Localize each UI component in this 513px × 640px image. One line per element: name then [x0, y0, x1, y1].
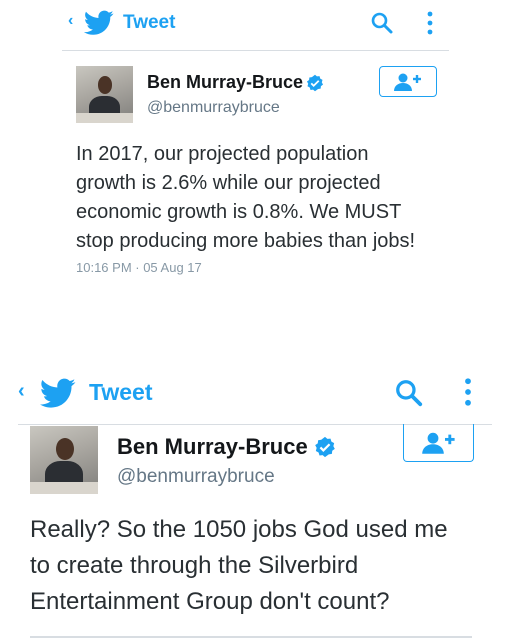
avatar[interactable] — [76, 66, 133, 123]
tweet-timestamp: 10:16 PM · 05 Aug 17 — [76, 260, 202, 275]
follow-button[interactable] — [403, 424, 474, 462]
author-handle[interactable]: @benmurraybruce — [147, 99, 280, 117]
top-bar: ‹ Tweet — [0, 0, 513, 50]
twitter-bird-icon — [40, 378, 76, 408]
tweet-line: stop producing more babies than jobs! — [76, 230, 416, 252]
page-title: Tweet — [89, 379, 153, 405]
header-divider — [62, 50, 449, 51]
verified-badge-icon — [315, 436, 335, 458]
tweet-text: Really? So the 1050 jobs God used me to … — [30, 512, 448, 620]
author-name[interactable]: Ben Murray-Bruce — [147, 72, 303, 93]
search-icon[interactable] — [370, 11, 394, 35]
author-handle[interactable]: @benmurraybruce — [117, 466, 275, 488]
search-icon[interactable] — [394, 378, 424, 408]
follow-user-icon — [421, 432, 455, 454]
avatar[interactable] — [30, 426, 98, 494]
chevron-left-icon[interactable]: ‹ — [68, 12, 73, 30]
tweet-line: economic growth is 0.8%. We MUST — [76, 201, 402, 223]
page-title: Tweet — [123, 12, 176, 33]
follow-button[interactable] — [379, 66, 437, 97]
tweet-text: In 2017, our projected population growth… — [76, 140, 415, 256]
more-vertical-icon[interactable] — [462, 376, 474, 408]
chevron-left-icon[interactable]: ‹ — [18, 380, 25, 403]
twitter-bird-icon — [84, 10, 114, 35]
more-vertical-icon[interactable] — [425, 10, 435, 36]
author-name[interactable]: Ben Murray-Bruce — [117, 434, 308, 460]
tweet-line: to create through the Silverbird — [30, 552, 359, 579]
follow-user-icon — [394, 73, 421, 91]
bottom-divider — [30, 636, 472, 638]
top-bar: ‹ Tweet — [0, 368, 513, 420]
tweet-line: Really? So the 1050 jobs God used me — [30, 516, 448, 543]
tweet-line: growth is 2.6% while our projected — [76, 172, 381, 194]
tweet-line: Entertainment Group don't count? — [30, 588, 390, 615]
verified-badge-icon — [306, 74, 324, 92]
tweet-line: In 2017, our projected population — [76, 143, 369, 165]
